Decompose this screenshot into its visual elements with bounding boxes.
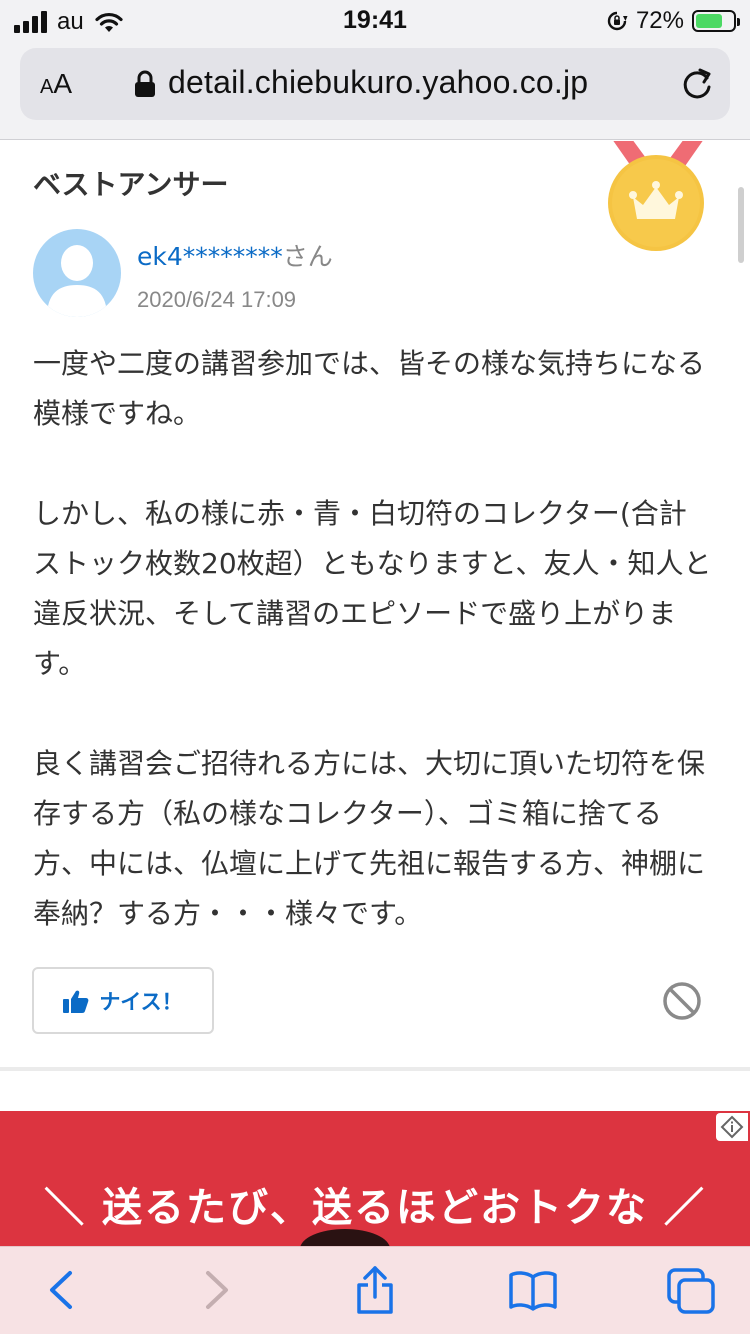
nice-button[interactable]: ナイス！ [32, 967, 214, 1034]
bookmarks-icon[interactable] [508, 1269, 558, 1311]
honorific: さん [282, 242, 333, 271]
answer-body: 一度や二度の講習参加では、皆その様な気持ちになる模様ですね。 しかし、私の様に赤… [33, 339, 713, 989]
reload-icon[interactable] [680, 66, 714, 102]
status-bar: au 19:41 72% [0, 0, 750, 40]
battery-icon [692, 10, 740, 32]
lock-icon [135, 70, 155, 97]
scrollbar[interactable] [738, 187, 744, 263]
browser-address-area: AA detail.chiebukuro.yahoo.co.jp [0, 40, 750, 140]
share-icon[interactable] [354, 1265, 396, 1315]
avatar[interactable] [33, 229, 121, 317]
thumbs-up-icon [63, 990, 89, 1013]
browser-toolbar [0, 1246, 750, 1334]
best-answer-heading: ベストアンサー [33, 168, 229, 201]
ad-headline: ＼ 送るたび、送るほどおトクな ／ [44, 1185, 706, 1231]
medal-crown-icon [608, 141, 704, 251]
status-right: 72% [606, 7, 740, 35]
battery-percent: 72% [635, 7, 684, 34]
ad-banner[interactable]: ＼ 送るたび、送るほどおトクな ／ [0, 1111, 750, 1246]
nice-label: ナイス！ [99, 989, 183, 1014]
orientation-lock-icon [607, 11, 628, 31]
text-size-button[interactable]: AA [40, 68, 72, 100]
default-user-icon [47, 245, 107, 317]
user-id-link[interactable]: ek4******** [137, 242, 283, 271]
battery-level [696, 14, 722, 28]
answer-paragraph: 一度や二度の講習参加では、皆その様な気持ちになる模様ですね。 [33, 347, 706, 430]
ad-info-icon[interactable] [716, 1113, 748, 1141]
page-content: ベストアンサー ek4********さん 2020/6/24 17:09 一度… [0, 141, 750, 1246]
tabs-icon[interactable] [666, 1267, 716, 1315]
address-bar[interactable]: AA detail.chiebukuro.yahoo.co.jp [20, 48, 730, 120]
url-text[interactable]: detail.chiebukuro.yahoo.co.jp [168, 64, 588, 101]
forward-chevron-icon[interactable] [202, 1269, 232, 1311]
section-divider [0, 1067, 750, 1071]
answer-paragraph: しかし、私の様に赤・青・白切符のコレクター(合計ストック枚数20枚超）ともなりま… [33, 497, 712, 680]
answer-user[interactable]: ek4********さん [137, 237, 333, 273]
posted-date: 2020/6/24 17:09 [137, 287, 297, 312]
back-chevron-icon[interactable] [46, 1269, 76, 1311]
answer-paragraph: 良く講習会ご招待れる方には、大切に頂いた切符を保存する方（私の様なコレクター）、… [33, 747, 706, 930]
block-icon[interactable] [662, 981, 702, 1021]
